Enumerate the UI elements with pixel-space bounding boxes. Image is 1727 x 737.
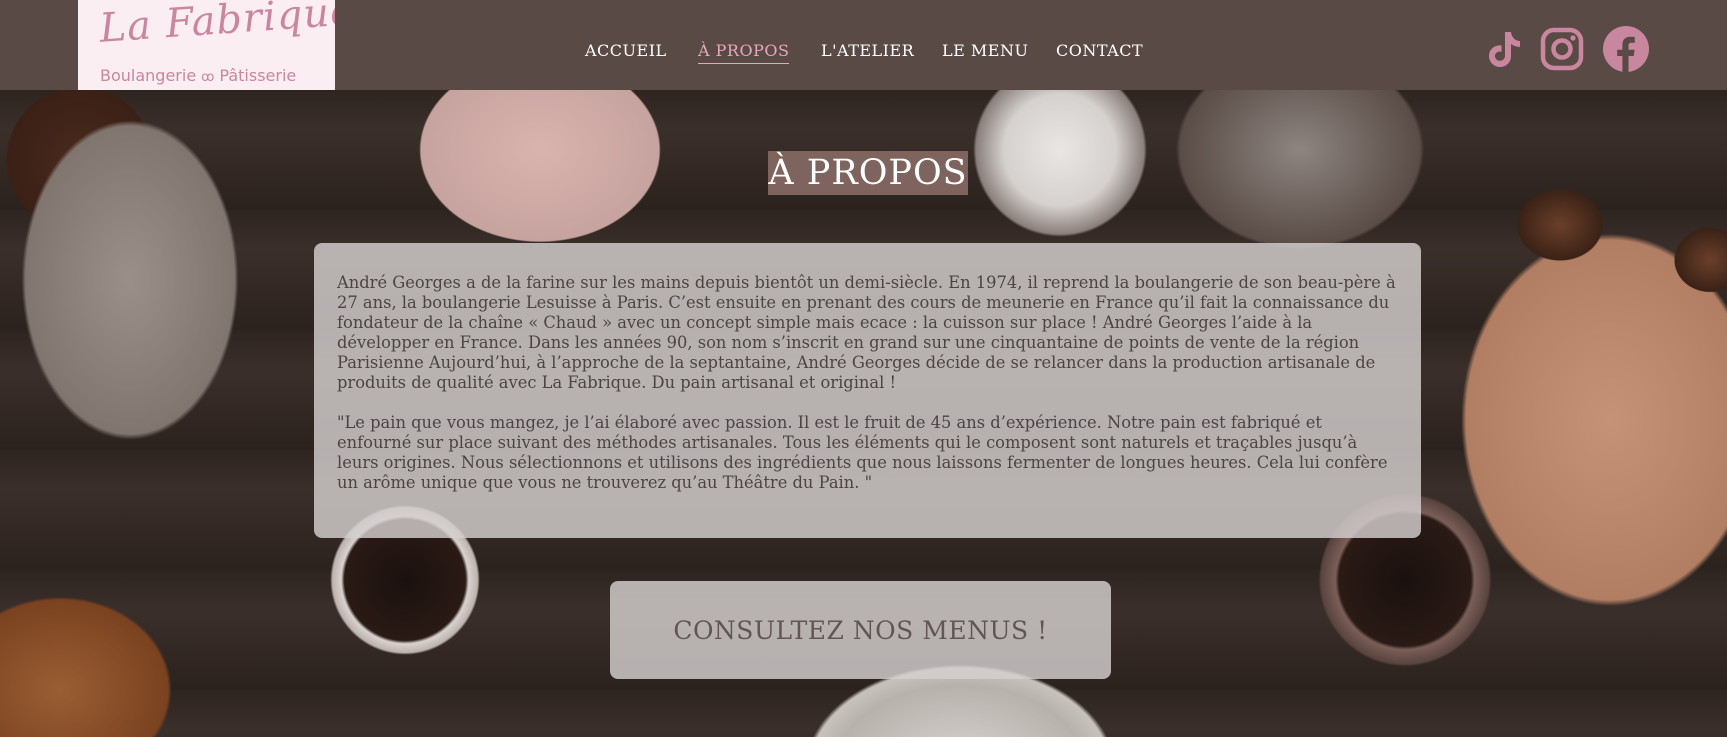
facebook-icon[interactable] xyxy=(1601,24,1651,74)
about-text-panel: André Georges a de la farine sur les mai… xyxy=(314,243,1421,538)
nav-item-le-menu[interactable]: LE MENU xyxy=(942,41,1028,60)
about-paragraph-2: "Le pain que vous mangez, je l’ai élabor… xyxy=(337,413,1388,492)
about-paragraph-1: André Georges a de la farine sur les mai… xyxy=(337,273,1396,392)
consult-menus-button[interactable]: CONSULTEZ NOS MENUS ! xyxy=(610,581,1111,679)
logo-subtitle: Boulangerie ꝏ Pâtisserie xyxy=(100,66,296,85)
logo-script-text: La Fabrique xyxy=(98,0,335,52)
page-title-box: À PROPOS xyxy=(768,151,968,195)
nav-item-a-propos[interactable]: À PROPOS xyxy=(698,41,790,64)
consult-menus-label: CONSULTEZ NOS MENUS ! xyxy=(673,615,1048,645)
instagram-icon[interactable] xyxy=(1539,26,1585,72)
brand-logo[interactable]: La Fabrique Boulangerie ꝏ Pâtisserie xyxy=(78,0,335,90)
logo-swirl: ꝏ xyxy=(201,70,215,85)
site-header: La Fabrique Boulangerie ꝏ Pâtisserie ACCUE… xyxy=(0,0,1727,90)
nav-item-atelier[interactable]: L'ATELIER xyxy=(821,41,914,60)
logo-subtitle-left: Boulangerie xyxy=(100,66,197,85)
nav-item-contact[interactable]: CONTACT xyxy=(1056,41,1143,60)
logo-subtitle-right: Pâtisserie xyxy=(219,66,297,85)
page-title: À PROPOS xyxy=(768,153,968,193)
tiktok-icon[interactable] xyxy=(1480,26,1526,72)
nav-item-accueil[interactable]: ACCUEIL xyxy=(585,41,667,60)
